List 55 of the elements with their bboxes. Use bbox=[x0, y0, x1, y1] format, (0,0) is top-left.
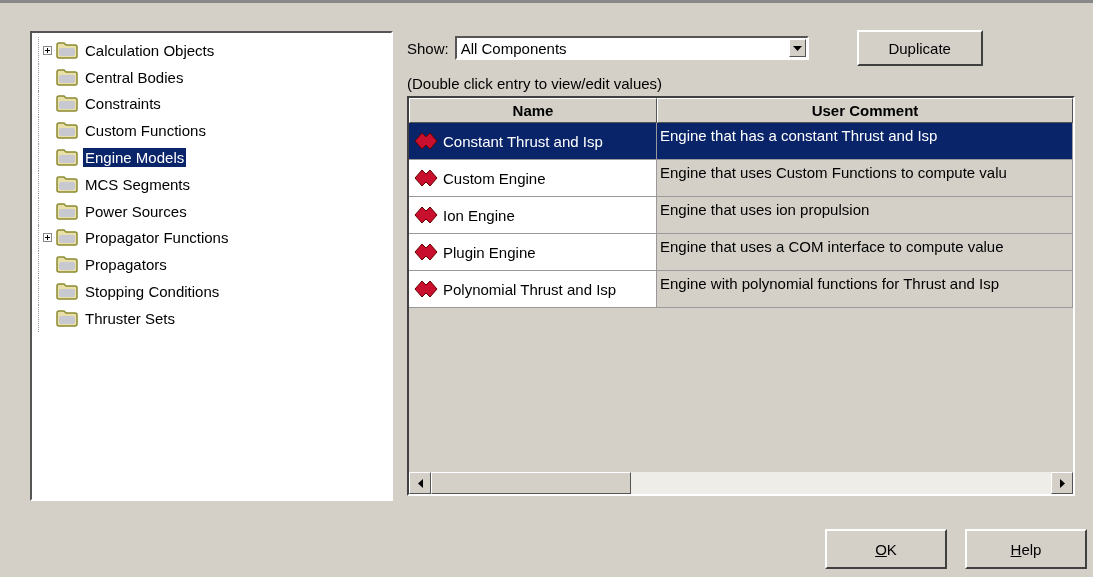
folder-icon bbox=[56, 283, 78, 301]
tree-item[interactable]: Central Bodies bbox=[83, 67, 186, 87]
table-cell: Engine that has a constant Thrust and Isp bbox=[660, 127, 938, 144]
folder-icon bbox=[56, 41, 78, 59]
engine-icon bbox=[413, 131, 439, 151]
tree-item[interactable]: Propagators bbox=[83, 255, 169, 275]
table-cell: Engine that uses a COM interface to compute value bbox=[660, 238, 1004, 255]
table-cell: Engine with polynomial functions for Thrust and Isp bbox=[660, 275, 1000, 292]
ok-button[interactable]: OK bbox=[825, 529, 947, 569]
show-dropdown[interactable]: All Components bbox=[454, 36, 809, 60]
table-row[interactable]: Ion Engine Engine that uses ion propulsion bbox=[409, 197, 1073, 234]
show-label: Show: bbox=[407, 39, 449, 57]
engine-icon bbox=[413, 279, 439, 299]
scroll-thumb[interactable] bbox=[431, 472, 631, 494]
folder-icon bbox=[56, 95, 78, 113]
tree-item[interactable]: Custom Functions bbox=[83, 121, 208, 141]
expand-icon[interactable] bbox=[43, 45, 52, 55]
table-cell: Custom Engine bbox=[443, 169, 546, 187]
table-cell: Polynomial Thrust and Isp bbox=[443, 280, 617, 298]
table-cell: Engine that uses ion propulsion bbox=[660, 201, 870, 218]
folder-icon bbox=[56, 309, 78, 327]
scroll-right-icon[interactable] bbox=[1051, 472, 1073, 494]
table-row[interactable]: Polynomial Thrust and Isp Engine with polynomial functions for Thrust and Isp bbox=[409, 271, 1073, 308]
tree-item[interactable]: Engine Models bbox=[83, 148, 187, 168]
folder-icon bbox=[56, 256, 78, 274]
tree-item[interactable]: Calculation Objects bbox=[83, 40, 217, 60]
folder-icon bbox=[56, 122, 78, 140]
tree-item[interactable]: Stopping Conditions bbox=[83, 282, 222, 302]
hint-text: (Double click entry to view/edit values) bbox=[407, 75, 664, 92]
table-row[interactable]: Plugin Engine Engine that uses a COM interface to compute value bbox=[409, 234, 1073, 271]
engine-icon bbox=[413, 205, 439, 225]
engine-icon bbox=[413, 168, 439, 188]
expand-icon[interactable] bbox=[43, 233, 52, 243]
folder-icon bbox=[56, 229, 78, 247]
folder-icon bbox=[56, 202, 78, 220]
help-button[interactable]: Help bbox=[965, 529, 1087, 569]
tree-item[interactable]: Power Sources bbox=[83, 201, 189, 221]
table-cell: Plugin Engine bbox=[443, 243, 536, 261]
tree-item[interactable]: MCS Segments bbox=[83, 174, 193, 194]
table-cell: Ion Engine bbox=[443, 206, 515, 224]
column-header[interactable]: Name bbox=[409, 98, 657, 123]
tree-item[interactable]: Constraints bbox=[83, 94, 163, 114]
table-row[interactable]: Custom Engine Engine that uses Custom Functions to compute valu bbox=[409, 160, 1073, 197]
scroll-left-icon[interactable] bbox=[409, 472, 431, 494]
tree-item[interactable]: Propagator Functions bbox=[83, 228, 231, 248]
duplicate-button[interactable]: Duplicate bbox=[856, 30, 983, 66]
folder-icon bbox=[56, 175, 78, 193]
column-header[interactable]: User Comment bbox=[657, 98, 1073, 123]
tree-item[interactable]: Thruster Sets bbox=[83, 308, 178, 328]
folder-icon bbox=[56, 68, 78, 86]
horizontal-scrollbar[interactable] bbox=[409, 472, 1073, 494]
folder-icon bbox=[56, 149, 78, 167]
table-cell: Constant Thrust and Isp bbox=[443, 132, 603, 150]
table-cell: Engine that uses Custom Functions to compute valu bbox=[660, 164, 1007, 181]
engine-icon bbox=[413, 242, 439, 262]
